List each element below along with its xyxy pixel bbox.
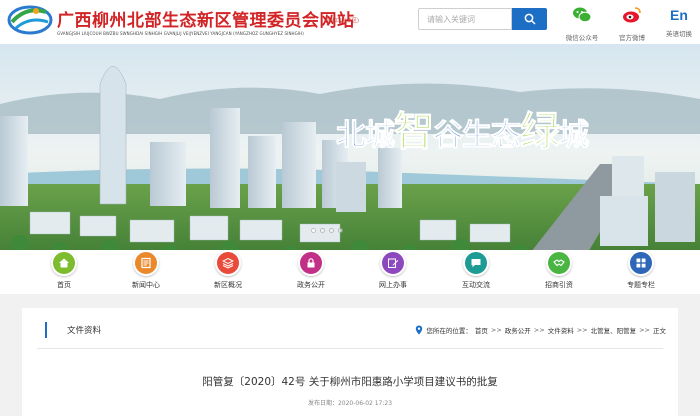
weibo-link[interactable]: 官方微博 xyxy=(612,4,652,42)
site-pinyin: GVANGJSIH LIUJCOUH BWZBU SWNGHDAI SINHGI… xyxy=(57,31,304,36)
layers-icon xyxy=(222,257,234,269)
banner-slogan: 北城智谷生态绿城 xyxy=(336,99,590,157)
nav-item-gov-affairs[interactable]: 政务公开 xyxy=(281,250,341,290)
nav-label: 互动交流 xyxy=(462,281,490,289)
nav-label: 招商引资 xyxy=(545,281,573,289)
breadcrumb-category[interactable]: 北管复、阳管复 xyxy=(591,325,637,335)
nav-label: 新区概况 xyxy=(214,281,242,289)
news-icon xyxy=(141,257,151,269)
nav-circle xyxy=(380,250,406,276)
site-title[interactable]: 广西柳州北部生态新区管理委员会网站 xyxy=(57,6,355,31)
carousel-dot[interactable] xyxy=(329,228,334,233)
carousel-dot[interactable] xyxy=(338,228,343,233)
breadcrumb-gov-affairs[interactable]: 政务公开 xyxy=(505,325,531,335)
site-logo-icon[interactable] xyxy=(6,2,54,36)
location-pin-icon xyxy=(416,325,423,335)
divider xyxy=(37,348,663,349)
wechat-link[interactable]: 微信公众号 xyxy=(562,4,602,42)
article-title: 阳管复〔2020〕42号 关于柳州市阳惠路小学项目建议书的批复 xyxy=(202,376,498,388)
nav-circle xyxy=(546,250,572,276)
wechat-label: 微信公众号 xyxy=(565,34,599,42)
nav-label: 专题专栏 xyxy=(627,281,655,289)
nav-circle xyxy=(298,250,324,276)
breadcrumb: 您所在的位置： 首页 >> 政务公开 >> 文件资料 >> 北管复、阳管复 >>… xyxy=(415,325,666,335)
main-nav: 首页 新闻中心 新区概况 政务公开 网上办事 互动交流 招商引资 专题专栏 xyxy=(0,250,700,294)
breadcrumb-separator: >> xyxy=(533,326,545,334)
nav-circle xyxy=(51,250,77,276)
english-link[interactable]: En 英语切换 xyxy=(659,4,699,38)
grid-icon xyxy=(636,258,646,268)
article-panel: 文件资料 您所在的位置： 首页 >> 政务公开 >> 文件资料 >> 北管复、阳… xyxy=(22,308,678,416)
nav-label: 网上办事 xyxy=(379,281,407,289)
nav-item-online-service[interactable]: 网上办事 xyxy=(363,250,423,290)
nav-item-interaction[interactable]: 互动交流 xyxy=(446,250,506,290)
weibo-label: 官方微博 xyxy=(619,34,645,42)
breadcrumb-separator: >> xyxy=(639,326,650,334)
search-icon xyxy=(524,13,536,25)
nav-label: 新闻中心 xyxy=(132,281,160,289)
carousel-dot[interactable] xyxy=(320,228,325,233)
site-header: 广西柳州北部生态新区管理委员会网站 (阳和工业新区) GVANGJSIH LIU… xyxy=(0,0,700,44)
carousel-dot[interactable] xyxy=(311,228,316,233)
chat-icon xyxy=(471,259,481,268)
breadcrumb-prefix: 您所在的位置： xyxy=(426,327,472,335)
nav-item-special-topics[interactable]: 专题专栏 xyxy=(611,250,671,290)
weibo-icon xyxy=(623,7,641,23)
edit-icon xyxy=(388,258,399,268)
nav-item-home[interactable]: 首页 xyxy=(34,250,94,290)
slogan-part-4: 绿 xyxy=(520,109,561,156)
carousel-dots xyxy=(311,228,343,233)
slogan-part-2: 智 xyxy=(394,109,435,156)
home-icon xyxy=(59,258,69,268)
english-icon: En xyxy=(670,7,688,23)
breadcrumb-home[interactable]: 首页 xyxy=(475,325,488,335)
breadcrumb-current: 正文 xyxy=(653,327,666,335)
nav-circle xyxy=(133,250,159,276)
search-input[interactable] xyxy=(418,8,512,30)
search-button[interactable] xyxy=(512,8,547,30)
nav-circle xyxy=(463,250,489,276)
slogan-part-1: 北城 xyxy=(336,118,396,154)
nav-item-overview[interactable]: 新区概况 xyxy=(198,250,258,290)
column-accent-bar xyxy=(45,322,47,338)
site-subtitle: (阳和工业新区) xyxy=(325,18,359,24)
breadcrumb-separator: >> xyxy=(490,326,502,334)
breadcrumb-separator: >> xyxy=(576,326,588,334)
nav-item-news[interactable]: 新闻中心 xyxy=(116,250,176,290)
english-label: 英语切换 xyxy=(666,30,692,38)
column-title: 文件资料 xyxy=(67,326,102,336)
nav-label: 首页 xyxy=(57,281,71,289)
nav-item-investment[interactable]: 招商引资 xyxy=(529,250,589,290)
nav-label: 政务公开 xyxy=(297,281,325,289)
publish-date: 发布日期：2020-06-02 17:23 xyxy=(307,400,393,407)
handshake-icon xyxy=(553,259,565,267)
nav-circle xyxy=(215,250,241,276)
wechat-icon xyxy=(573,7,592,23)
nav-circle xyxy=(628,250,654,276)
slogan-part-5: 城 xyxy=(559,118,590,154)
slogan-part-3: 谷生态 xyxy=(433,118,522,154)
lock-icon xyxy=(307,258,315,268)
hero-banner[interactable]: 北城智谷生态绿城 xyxy=(0,44,700,266)
breadcrumb-documents[interactable]: 文件资料 xyxy=(548,325,574,335)
